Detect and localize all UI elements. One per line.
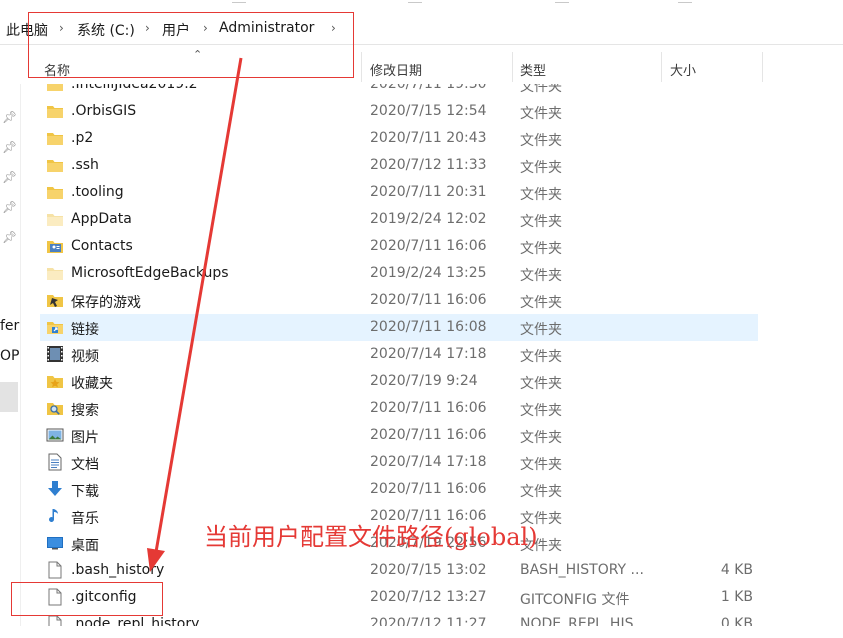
annotation-text: 当前用户配置文件路径(global): [204, 523, 538, 551]
annotation-arrow-head: [147, 548, 165, 572]
annotation-arrow-line: [154, 57, 243, 553]
